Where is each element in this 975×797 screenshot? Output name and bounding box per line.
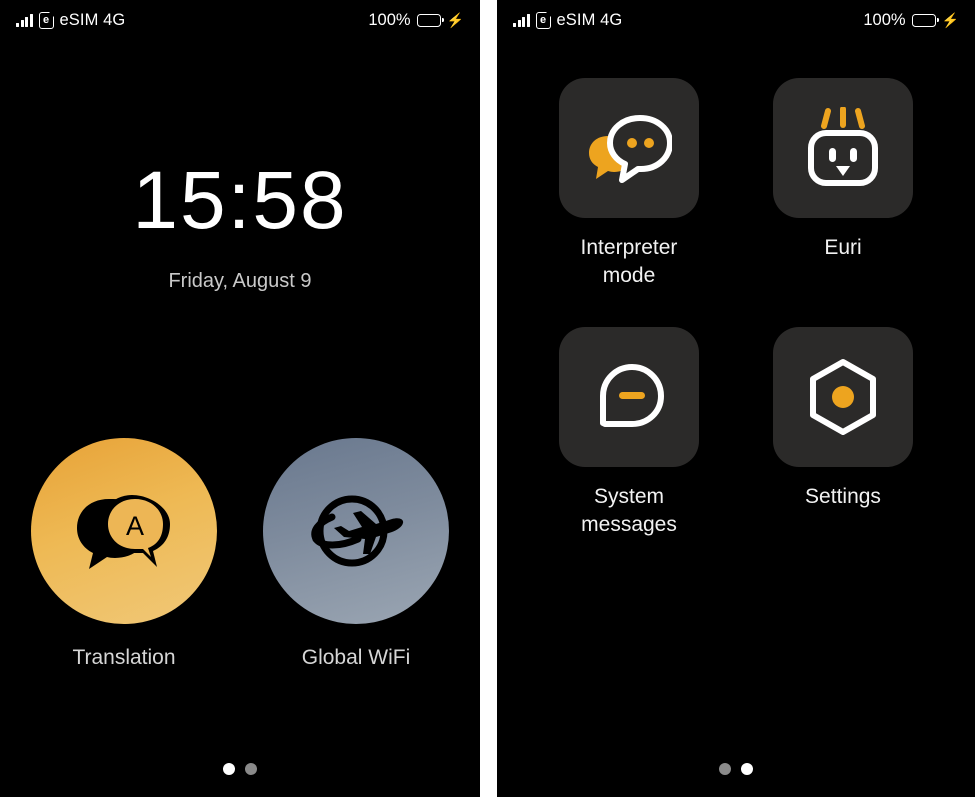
battery-percent-label: 100%	[368, 10, 411, 29]
lightning-bolt-icon: ⚡	[941, 12, 959, 28]
phone-screen-right: e eSIM 4G 100% ⚡ Interpreter mode Euri S…	[497, 0, 975, 797]
two-speech-bubbles-icon[interactable]	[559, 78, 699, 218]
app-label-euri: Euri	[773, 234, 913, 262]
carrier-label: eSIM 4G	[59, 10, 126, 29]
globe-airplane-icon[interactable]	[263, 438, 449, 624]
signal-bars-icon	[513, 13, 530, 27]
status-bar-left-group: e eSIM 4G	[16, 11, 125, 30]
label-line-2: messages	[581, 513, 677, 537]
carrier-label: eSIM 4G	[556, 10, 623, 29]
page-dot-1[interactable]	[223, 763, 235, 775]
label-line-1: Settings	[805, 485, 881, 509]
translation-speech-bubble-icon[interactable]: A	[31, 438, 217, 624]
hexagon-dot-glyph	[810, 359, 876, 436]
robot-face-glyph	[808, 107, 878, 186]
label-line-1: Euri	[824, 236, 862, 259]
page-dot-2[interactable]	[741, 763, 753, 775]
label-line-2: mode	[602, 263, 656, 287]
label-line-1: Interpreter	[580, 236, 678, 259]
battery-percent-label: 100%	[863, 10, 906, 29]
page-indicator-left[interactable]	[0, 763, 480, 775]
phone-screen-left: e eSIM 4G 100% ⚡ 15:58 Friday, August 9	[0, 0, 480, 797]
app-settings[interactable]: Settings	[773, 327, 913, 538]
status-bar-right: e eSIM 4G 100% ⚡	[497, 0, 975, 40]
screen-separator	[480, 0, 497, 797]
two-speech-bubbles-glyph	[589, 115, 672, 183]
status-bar-left: e eSIM 4G 100% ⚡	[0, 0, 480, 40]
battery-full-icon	[416, 13, 444, 27]
status-bar-right-group: 100% ⚡	[863, 11, 959, 30]
esim-letter: e	[539, 13, 547, 26]
app-interpreter-mode[interactable]: Interpreter mode	[559, 78, 699, 289]
app-tile-grid: Interpreter mode Euri System messages Se…	[497, 78, 975, 539]
app-euri[interactable]: Euri	[773, 78, 913, 289]
esim-card-icon: e	[535, 11, 551, 29]
page-dot-1[interactable]	[719, 763, 731, 775]
app-label-system-messages: System messages	[559, 483, 699, 538]
status-bar-right-group: 100% ⚡	[368, 11, 464, 30]
label-line-1: System	[593, 485, 664, 509]
app-label-translation: Translation	[72, 646, 176, 669]
page-indicator-right[interactable]	[497, 763, 975, 775]
signal-bars-icon	[16, 13, 33, 27]
clock-time: 15:58	[132, 155, 348, 246]
app-label-settings: Settings	[773, 483, 913, 511]
esim-card-icon: e	[38, 11, 54, 29]
circular-app-row: A Translation Global WiFi	[0, 438, 480, 670]
translation-glyph: A	[77, 494, 170, 569]
speech-bubble-dash-icon[interactable]	[559, 327, 699, 468]
battery-full-icon	[911, 13, 939, 27]
clock-date: Friday, August 9	[168, 270, 312, 292]
svg-text:A: A	[126, 511, 144, 541]
robot-face-icon[interactable]	[773, 78, 913, 218]
lockscreen-clock: 15:58 Friday, August 9	[0, 160, 480, 293]
app-label-global-wifi: Global WiFi	[301, 646, 411, 669]
hexagon-dot-icon[interactable]	[773, 327, 913, 468]
app-system-messages[interactable]: System messages	[559, 327, 699, 538]
app-translation[interactable]: A Translation	[29, 438, 219, 670]
lightning-bolt-icon: ⚡	[446, 12, 464, 28]
app-global-wifi[interactable]: Global WiFi	[261, 438, 451, 670]
status-bar-left-group: e eSIM 4G	[513, 11, 622, 30]
dual-phone-screenshot: e eSIM 4G 100% ⚡ 15:58 Friday, August 9	[0, 0, 975, 797]
esim-letter: e	[42, 13, 50, 26]
page-dot-2[interactable]	[245, 763, 257, 775]
app-label-interpreter-mode: Interpreter mode	[559, 234, 699, 289]
globe-airplane-glyph	[311, 495, 404, 567]
speech-bubble-dash-glyph	[600, 364, 664, 428]
